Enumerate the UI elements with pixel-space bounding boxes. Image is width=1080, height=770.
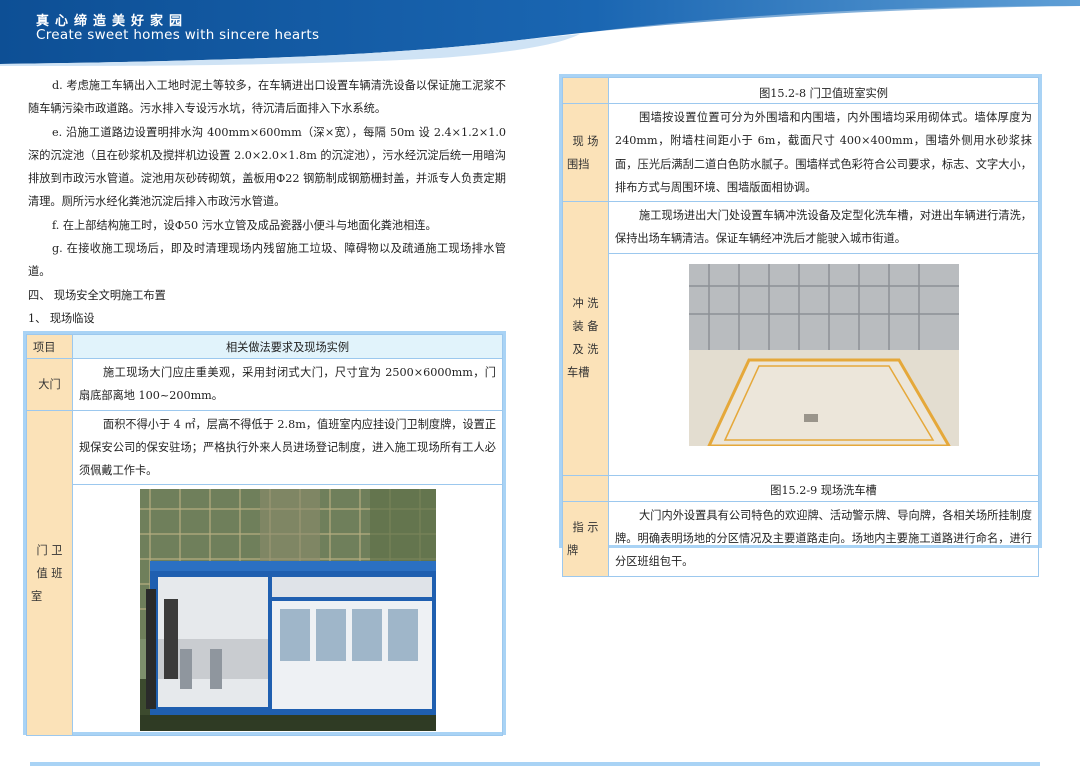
sign-label-line-1: 指 示 [572, 520, 599, 534]
gate-text: 施工现场大门应庄重美观，采用封闭式大门，尺寸宜为 2500×6000mm，门扇底… [79, 366, 496, 403]
guard-label-line-1: 门 卫 [36, 543, 63, 557]
caption-left-blank [562, 77, 609, 104]
bottom-divider [30, 762, 1040, 766]
paragraph-f: f. 在上部结构施工时，设Φ50 污水立管及成品瓷器小便斗与地面化粪池相连。 [52, 218, 437, 232]
table-header-item: 项目 [26, 334, 73, 359]
guard-label-line-3: 室 [31, 589, 43, 603]
caption-wash-left-blank [562, 474, 609, 502]
signs-description: 大门内外设置具有公司特色的欢迎牌、活动警示牌、导向牌，各相关场所挂制度牌。明确表… [608, 500, 1039, 577]
wash-label-line-1: 冲 洗 [572, 297, 599, 311]
subsection-heading-1: 1、 现场临设 [28, 311, 95, 325]
figure-caption-car-wash: 图15.2-9 现场洗车槽 [608, 474, 1039, 502]
guard-room-photo [139, 489, 436, 732]
figure-caption-guard-room: 图15.2-8 门卫值班室实例 [608, 77, 1039, 104]
row-label-wash: 冲 洗 装 备 及 洗 车槽 [562, 201, 609, 476]
guard-label-line-2: 值 班 [36, 566, 63, 580]
table-header-requirements: 相关做法要求及现场实例 [72, 334, 503, 359]
row-label-fence: 现 场 围挡 [562, 102, 609, 203]
guard-room-description: 面积不得小于 4 ㎡，层高不得低于 2.8m，值班室内应挂设门卫制度牌，设置正规… [72, 409, 503, 486]
wash-label-line-2: 装 备 [572, 320, 599, 334]
row-label-signs: 指 示 牌 [562, 500, 609, 577]
sign-label-line-2: 牌 [567, 543, 579, 557]
fence-label-line-2: 围挡 [567, 157, 590, 171]
facilities-table-right: 图15.2-8 门卫值班室实例 现 场 围挡 围墙按设置位置可分为外围墙和内围墙… [559, 74, 1042, 577]
wash-text: 施工现场进出大门处设置车辆冲洗设备及定型化洗车槽，对进出车辆进行清洗，保持出场车… [615, 209, 1032, 246]
facilities-table-left: 项目 相关做法要求及现场实例 大门 施工现场大门应庄重美观，采用封闭式大门，尺寸… [23, 331, 506, 737]
paragraph-e: e. 沿施工道路边设置明排水沟 400mm×600mm（深×宽），每隔 50m … [28, 125, 506, 209]
left-column-text: d. 考虑施工车辆出入工地时泥土等较多，在车辆进出口设置车辆清洗设备以保证施工泥… [28, 74, 506, 330]
row-label-gate: 大门 [26, 358, 73, 411]
paragraph-g: g. 在接收施工现场后，即及时清理现场内残留施工垃圾、障碍物以及疏通施工现场排水… [28, 242, 506, 279]
gate-description: 施工现场大门应庄重美观，采用封闭式大门，尺寸宜为 2500×6000mm，门扇底… [72, 358, 503, 411]
fence-label-line-1: 现 场 [572, 134, 599, 148]
fence-text: 围墙按设置位置可分为外围墙和内围墙，内外围墙均采用砌体式。墙体厚度为 240mm… [615, 111, 1032, 194]
wash-label-line-3: 及 洗 [572, 343, 599, 357]
page-header: 真心缔造美好家园 Create sweet homes with sincere… [0, 0, 1080, 68]
fence-description: 围墙按设置位置可分为外围墙和内围墙，内外围墙均采用砌体式。墙体厚度为 240mm… [608, 102, 1039, 203]
guard-room-photo-cell [72, 484, 503, 737]
guard-room-text: 面积不得小于 4 ㎡，层高不得低于 2.8m，值班室内应挂设门卫制度牌，设置正规… [79, 417, 497, 478]
slogan-english: Create sweet homes with sincere hearts [36, 27, 320, 43]
section-heading-4: 四、 现场安全文明施工布置 [28, 288, 166, 302]
car-wash-photo [688, 263, 959, 446]
row-label-guard-room: 门 卫 值 班 室 [26, 409, 73, 737]
wash-label-line-4: 车槽 [567, 366, 590, 380]
signs-text: 大门内外设置具有公司特色的欢迎牌、活动警示牌、导向牌，各相关场所挂制度牌。明确表… [615, 508, 1032, 569]
wash-photo-cell [608, 252, 1039, 476]
wash-description: 施工现场进出大门处设置车辆冲洗设备及定型化洗车槽，对进出车辆进行清洗，保持出场车… [608, 201, 1039, 254]
paragraph-d: d. 考虑施工车辆出入工地时泥土等较多，在车辆进出口设置车辆清洗设备以保证施工泥… [28, 79, 506, 116]
